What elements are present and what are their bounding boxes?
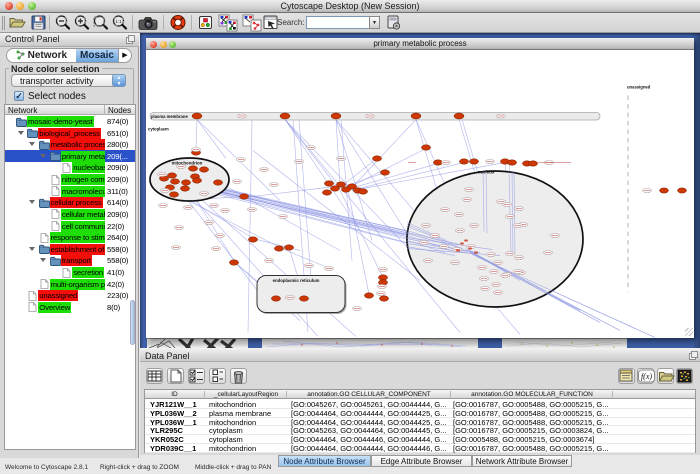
svg-text:unassigned: unassigned xyxy=(627,85,651,90)
svg-text:cytoplasm: cytoplasm xyxy=(148,127,169,132)
svg-text:mitochondrion: mitochondrion xyxy=(172,161,203,166)
svg-text:1:1: 1:1 xyxy=(115,19,122,24)
svg-text:plasma membrane: plasma membrane xyxy=(151,114,188,119)
svg-text:f(x): f(x) xyxy=(641,372,652,381)
svg-text:endoplasmic reticulum: endoplasmic reticulum xyxy=(273,278,320,283)
